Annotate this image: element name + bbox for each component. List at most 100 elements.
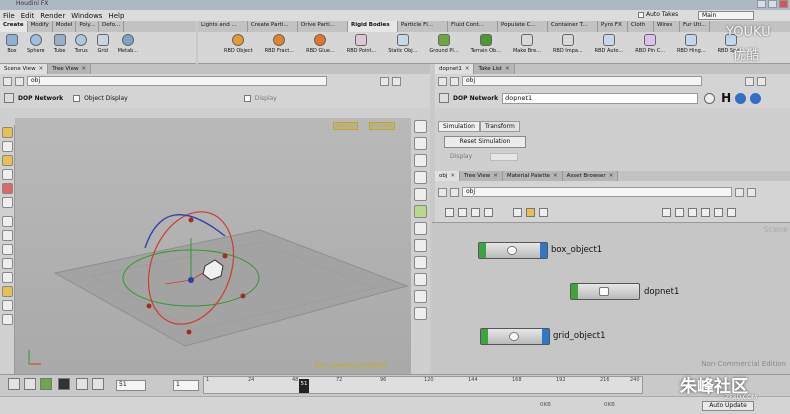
check-icon[interactable] xyxy=(414,205,427,218)
tidy-icon[interactable] xyxy=(675,208,684,217)
reset-simulation-button[interactable]: Reset Simulation xyxy=(444,136,526,148)
ghost-icon[interactable] xyxy=(414,222,427,235)
shading-icon[interactable] xyxy=(414,239,427,252)
shelf-tab-create-particles[interactable]: Create Parti... xyxy=(248,21,298,32)
wireframe-icon[interactable] xyxy=(414,171,427,184)
param-path[interactable]: obj xyxy=(462,76,702,86)
play-reverse-icon[interactable] xyxy=(40,378,52,390)
handle-tool-icon[interactable] xyxy=(2,183,13,194)
back-icon[interactable] xyxy=(3,76,12,86)
grid-view-icon[interactable] xyxy=(484,208,493,217)
tab-tree-view[interactable]: Tree View ✕ xyxy=(460,171,503,181)
forward-icon[interactable] xyxy=(450,76,459,86)
tab-asset-browser[interactable]: Asset Browser ✕ xyxy=(562,171,619,181)
rotate-tool-icon[interactable] xyxy=(2,155,13,166)
display-param-field[interactable] xyxy=(490,153,518,161)
tool-torus[interactable]: Torus xyxy=(75,34,88,54)
shelf-tab-fluid-containers[interactable]: Fluid Cont... xyxy=(448,21,498,32)
auto-takes[interactable]: Auto Takes xyxy=(638,11,678,18)
arrow-icon[interactable] xyxy=(2,216,13,227)
auto-update-button[interactable]: Auto Update xyxy=(702,401,754,411)
tab-dopnet1[interactable]: dopnet1 ✕ xyxy=(435,64,475,74)
tool-static-object[interactable]: Static Obj... xyxy=(388,34,417,54)
display-checkbox[interactable] xyxy=(243,94,251,102)
tab-scene-view[interactable]: Scene View ✕ xyxy=(0,64,49,74)
tool-rbd-point[interactable]: RBD Point... xyxy=(347,34,376,54)
pose-tool-icon[interactable] xyxy=(2,197,13,208)
node-grid-object1[interactable] xyxy=(480,328,550,345)
pin-icon[interactable] xyxy=(380,76,389,86)
network-icon[interactable] xyxy=(701,208,710,217)
camera-icon[interactable] xyxy=(2,314,13,325)
select-tool-icon[interactable] xyxy=(2,127,13,138)
start-frame-field[interactable]: 1 xyxy=(173,380,199,391)
network-path[interactable]: obj xyxy=(462,187,732,197)
person-icon[interactable] xyxy=(414,188,427,201)
forward-icon[interactable] xyxy=(450,187,459,197)
node-flag-left[interactable] xyxy=(479,243,486,258)
shelf-tab-fur[interactable]: Fur Uti... xyxy=(680,21,710,32)
warning-icon[interactable] xyxy=(2,286,13,297)
pin-icon[interactable] xyxy=(745,76,754,86)
shelf-tab-cloth[interactable]: Cloth xyxy=(628,21,654,32)
display-options-icon[interactable] xyxy=(414,120,427,133)
tool-box[interactable]: Box xyxy=(6,34,18,54)
rotate-icon[interactable] xyxy=(2,244,13,255)
tab-tree-view-left[interactable]: Tree View ✕ xyxy=(48,64,92,74)
texture-icon[interactable] xyxy=(414,290,427,303)
gear-icon[interactable] xyxy=(704,92,716,104)
step-back-icon[interactable] xyxy=(24,378,36,390)
shelf-tab-rigid-bodies[interactable]: Rigid Bodies xyxy=(348,21,398,32)
play-icon[interactable] xyxy=(76,378,88,390)
tool-rbd-auto[interactable]: RBD Auto... xyxy=(595,34,623,54)
layout-icon[interactable] xyxy=(662,208,671,217)
question-icon[interactable] xyxy=(750,92,762,104)
tool-rbd-fracture[interactable]: RBD Fract... xyxy=(265,34,294,54)
menu-help[interactable]: Help xyxy=(105,12,127,20)
tool-rbd-glue[interactable]: RBD Glue... xyxy=(306,34,335,54)
node-name-field[interactable]: dopnet1 xyxy=(502,92,699,104)
transform-tool-icon[interactable] xyxy=(2,141,13,152)
viewport[interactable]: persp1 no cam Non-Commercial Edition xyxy=(15,118,411,374)
shelf-tab-poly[interactable]: Poly... xyxy=(76,21,100,32)
scale-tool-icon[interactable] xyxy=(2,169,13,180)
shelf-tab-create[interactable]: Create xyxy=(0,21,28,32)
shelf-tab-lights[interactable]: Lights and ... xyxy=(198,21,248,32)
split-icon[interactable] xyxy=(757,76,766,86)
magnet-icon[interactable] xyxy=(2,272,13,283)
tree-icon[interactable] xyxy=(458,208,467,217)
back-icon[interactable] xyxy=(438,187,447,197)
tool-rbd-object[interactable]: RBD Object xyxy=(224,34,253,54)
tool-rbd-impact[interactable]: RBD Impa... xyxy=(553,34,583,54)
tool-make-breakable[interactable]: Make Bre... xyxy=(513,34,541,54)
snapshot-icon[interactable] xyxy=(414,137,427,150)
menu-edit[interactable]: Edit xyxy=(18,12,38,20)
tiles-icon[interactable] xyxy=(471,208,480,217)
lighting-icon[interactable] xyxy=(414,154,427,167)
camera-select[interactable]: no cam xyxy=(369,122,396,130)
step-forward-icon[interactable] xyxy=(92,378,104,390)
shelf-tab-pyro[interactable]: Pyro FX xyxy=(598,21,628,32)
tool-grid[interactable]: Grid xyxy=(96,34,109,54)
tool-rbd-hinge[interactable]: RBD Hing... xyxy=(677,34,706,54)
minimize-button[interactable] xyxy=(757,0,766,8)
node-flag-right[interactable] xyxy=(542,329,549,344)
palette-icon[interactable] xyxy=(526,208,535,217)
scale-icon[interactable] xyxy=(2,258,13,269)
node-dopnet1[interactable] xyxy=(570,283,640,300)
tab-material-palette[interactable]: Material Palette ✕ xyxy=(502,171,563,181)
timeline[interactable]: 1 24 48 72 96 120 144 168 192 216 240 51 xyxy=(203,376,643,394)
shelf-tab-drive-particles[interactable]: Drive Parti... xyxy=(298,21,348,32)
list-icon[interactable] xyxy=(445,208,454,217)
move-icon[interactable] xyxy=(2,230,13,241)
tool-terrain-object[interactable]: Terrain Ob... xyxy=(471,34,501,54)
pin-icon[interactable] xyxy=(735,187,744,197)
split-icon[interactable] xyxy=(392,76,401,86)
bookmark-icon[interactable] xyxy=(539,208,548,217)
tab-transform[interactable]: Transform xyxy=(479,121,520,132)
frame-field[interactable]: 51 xyxy=(116,380,146,391)
shelf-tab-particle-fluids[interactable]: Particle Fl... xyxy=(398,21,448,32)
home-icon[interactable] xyxy=(727,208,736,217)
shelf-tab-defo[interactable]: Defo... xyxy=(99,21,125,32)
help-h-icon[interactable]: H xyxy=(721,91,731,105)
